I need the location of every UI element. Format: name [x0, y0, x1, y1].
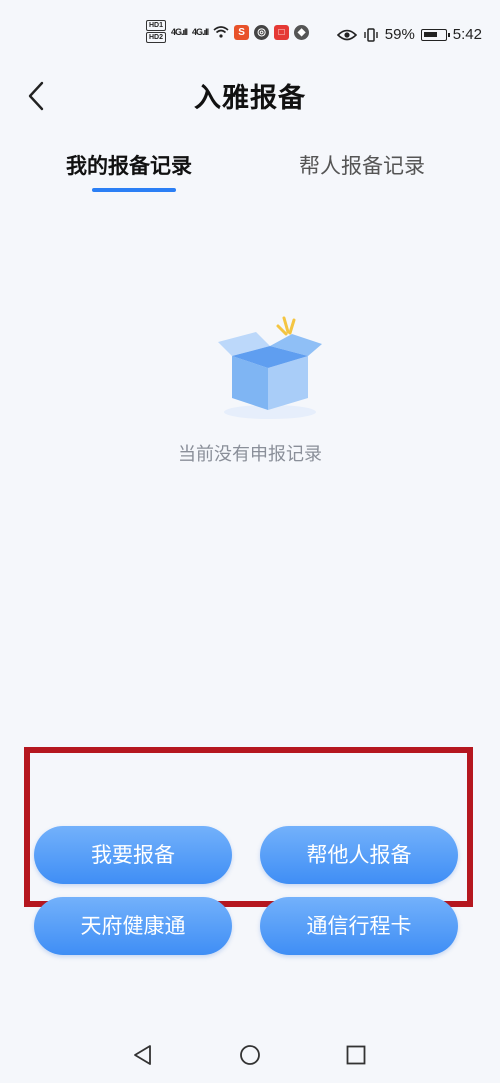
back-triangle-icon[interactable]	[132, 1044, 154, 1066]
trip-card-button[interactable]: 通信行程卡	[260, 897, 458, 955]
status-left-icons: HD1 HD2 4G.ıll 4G.ıll S ◎ □ ◆	[146, 20, 310, 44]
recent-square-icon[interactable]	[345, 1044, 367, 1066]
tianfu-health-button[interactable]: 天府健康通	[34, 897, 232, 955]
shield-app-icon: ◆	[294, 24, 310, 40]
app-notification-icon: ◎	[254, 24, 270, 40]
clock: 5:42	[452, 26, 482, 43]
active-tab-indicator	[92, 188, 176, 192]
system-nav-bar	[0, 1030, 500, 1083]
wifi-icon	[213, 26, 229, 38]
vibrate-icon	[364, 27, 378, 42]
signal-icon: 4G.ıll	[171, 27, 188, 37]
eye-icon	[336, 29, 357, 40]
tab-help-records[interactable]: 帮人报备记录	[299, 150, 425, 180]
empty-box-icon	[218, 316, 322, 419]
status-right-icons: 59% 5:42	[336, 26, 482, 43]
tab-my-records[interactable]: 我的报备记录	[66, 150, 192, 180]
page-title: 入雅报备	[194, 83, 306, 114]
report-self-button[interactable]: 我要报备	[34, 826, 232, 884]
red-app-icon: □	[274, 24, 290, 40]
report-others-button[interactable]: 帮他人报备	[260, 826, 458, 884]
empty-state-message: 当前没有申报记录	[178, 444, 322, 465]
home-circle-icon[interactable]	[239, 1044, 261, 1066]
tab-bar: 我的报备记录 帮人报备记录	[0, 150, 500, 198]
battery-icon	[420, 28, 450, 41]
status-bar: HD1 HD2 4G.ıll 4G.ıll S ◎ □ ◆ 59% 5:42	[0, 0, 500, 62]
battery-percent: 59%	[384, 26, 415, 43]
top-app-bar: 入雅报备	[0, 62, 500, 132]
signal-icon-2: 4G.ıll	[192, 27, 209, 37]
hd-icon: HD1 HD2	[146, 20, 167, 44]
weibo-app-icon: S	[234, 24, 250, 40]
